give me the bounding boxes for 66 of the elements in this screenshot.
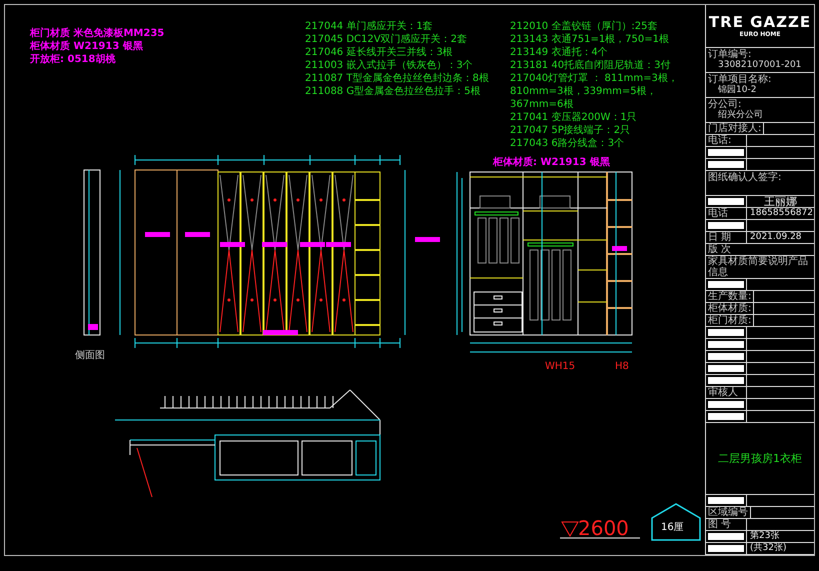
field-value: 锦园10-2 [717,85,758,96]
field-label: 门店对接人: [706,123,764,134]
hardware-item: 213181 40托底自闭阻尼轨道：3付 [510,59,672,72]
material-note: 柜门材质 米色免漆板MM235 [30,27,164,40]
field-value: 第23张 [750,531,780,542]
field-label: 订单编号: [708,49,752,60]
redaction-bar [708,281,744,288]
redaction-bar [708,198,744,205]
field-value: 绍兴分公司 [717,110,764,121]
field-label: 柜门材质: [706,315,754,326]
redaction-bar [708,341,744,348]
redaction-bar [708,401,744,408]
hardware-item: 217044 单门感应开关：1套 [305,20,434,33]
hardware-item: 211087 T型金属金色拉丝色封边条：8根 [305,72,490,85]
dimension-label: WH15 [545,361,576,372]
field-label: 电话: [706,135,747,146]
field-label: 图 号 [706,519,747,530]
hardware-item: 217040灯管灯罩 ： 811mm=3根，810mm=3根，339mm=5根，367mm=6根 [510,72,679,111]
field-label: 生产数量: [706,291,754,302]
hardware-item: 217045 DC12V双门感应开关：2套 [305,33,468,46]
thickness-label: 16厘 [661,521,684,534]
hardware-item: 211088 G型金属金色拉丝色拉手：5根 [305,85,482,98]
redaction-bar [708,149,744,156]
hardware-item: 217043 6路分线盒：3个 [510,137,626,150]
hardware-item: 217047 5P接线端子：2只 [510,124,632,137]
hardware-item: 213143 衣通751=1根，750=1根 [510,33,670,46]
material-note: 柜体材质 W21913 银黑 [30,40,144,53]
field-label: 分公司: [708,99,742,110]
field-label: 图纸确认人签字: [708,172,782,183]
hardware-item: 217041 变压器200W：1只 [510,111,638,124]
field-label: 区域编号 [706,507,751,518]
redaction-bar [708,353,744,360]
redaction-bar [708,533,744,540]
field-label: 审核人 [706,387,747,398]
field-value: (共32张) [750,543,786,554]
field-label: 家具材质简要说明产品信息 [708,256,809,278]
badge-outline-icon [651,503,701,541]
hardware-item: 213149 衣通托：4个 [510,46,609,59]
redaction-bar [708,365,744,372]
field-label: 柜体材质: [706,303,754,314]
field-label: 版 次 [708,244,732,255]
view-label: 侧面图 [75,349,105,362]
material-note: 开放柜: 0518胡桃 [30,53,116,66]
redaction-bar [708,161,744,168]
field-value: 18658556872 [750,208,813,219]
field-value: 2021.09.28 [750,232,802,243]
redaction-bar [708,497,744,504]
field-value: 王丽娜 [764,196,797,207]
redaction-bar [708,413,744,420]
field-label: 日 期 [706,232,747,243]
hardware-item: 217046 延长线开关三并线：3根 [305,46,454,59]
redaction-bar [708,545,744,552]
field-label: 电话 [706,208,747,219]
redaction-bar [708,377,744,384]
field-label: 订单项目名称: [708,74,772,85]
logo: TRE GAZZE [708,14,812,30]
level-mark-icon [561,522,579,537]
hardware-item: 211003 嵌入式拉手（铁灰色）：3个 [305,59,474,72]
view-label: 柜体材质: W21913 银黑 [493,156,610,169]
field-value: 33082107001-201 [717,60,802,71]
level-value: 2600 [578,517,629,539]
hardware-item: 212010 全盖铰链（厚门）:25套 [510,20,658,33]
redaction-bar [708,222,744,229]
drawing-title: 二层男孩房1衣柜 [718,453,802,464]
dimension-label: H8 [615,361,629,372]
redaction-bar [708,329,744,336]
